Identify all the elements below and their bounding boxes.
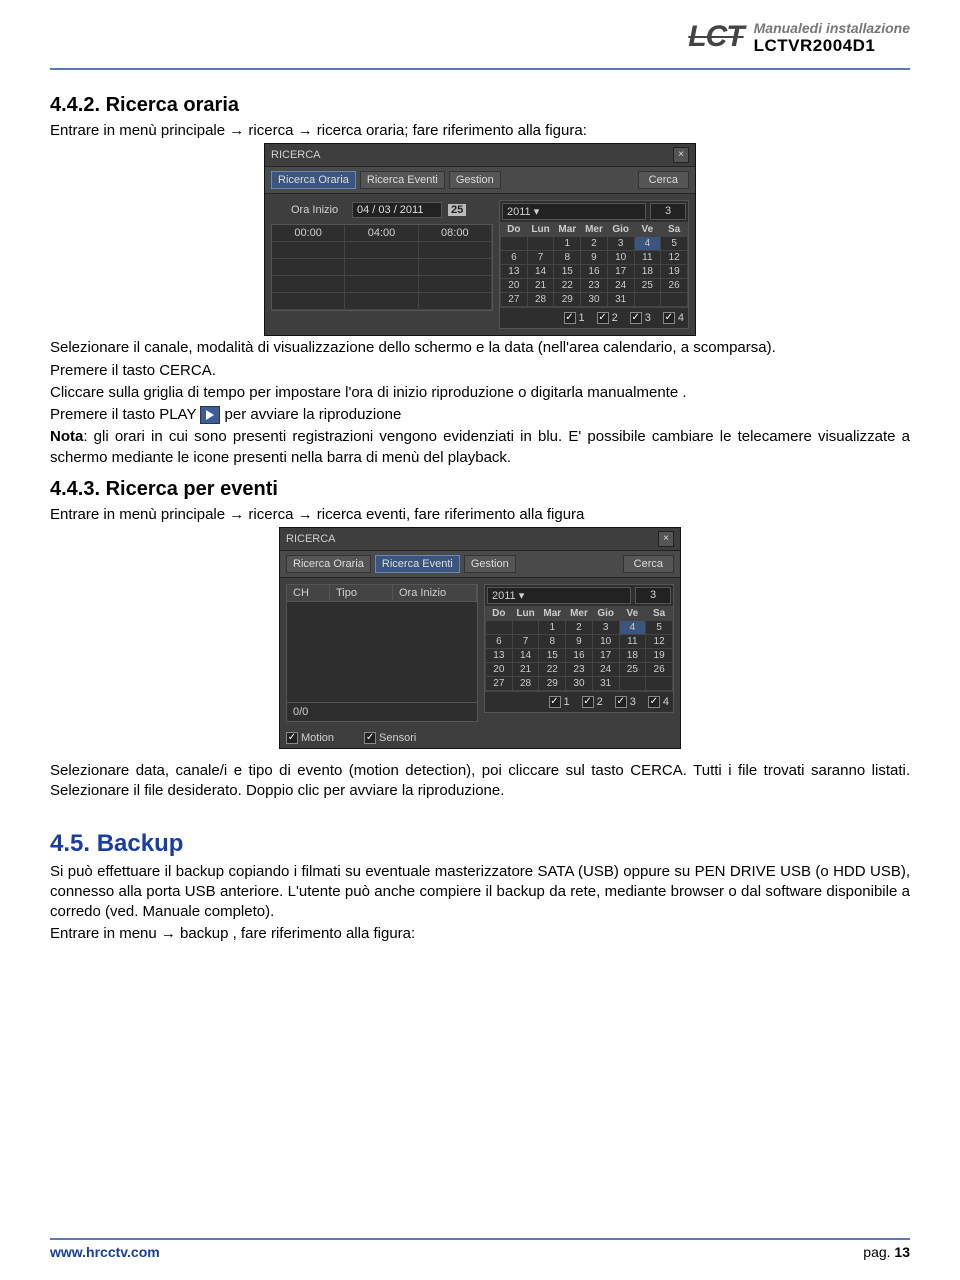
s45-p1: Si può effettuare il backup copiando i f…	[50, 862, 910, 923]
channel-checkbox[interactable]: ✓2	[582, 696, 603, 708]
s442-p4: Cliccare sulla griglia di tempo per impo…	[50, 383, 910, 403]
channel-checkbox[interactable]: ✓2	[597, 312, 618, 324]
year-select[interactable]: 2011 ▾	[502, 203, 646, 220]
section-442-title: 4.4.2. Ricerca oraria	[50, 94, 910, 117]
tab-ricerca-eventi[interactable]: Ricerca Eventi	[375, 555, 460, 573]
time-header-cell: 08:00	[419, 225, 492, 241]
month-select[interactable]: 3	[635, 587, 671, 604]
channel-checkbox[interactable]: ✓1	[564, 312, 585, 324]
header-subtitle: Manualedi installazione	[754, 20, 910, 36]
header-model: LCTVR2004D1	[754, 36, 910, 56]
s442-nota: Nota: gli orari in cui sono presenti reg…	[50, 427, 910, 468]
footer-site: www.hrcctv.com	[50, 1244, 160, 1260]
dialog-title: RICERCA	[286, 533, 336, 545]
channel-checkbox[interactable]: ✓1	[549, 696, 570, 708]
right-panel: 2011 ▾ 3 DoLunMarMerGioVeSa 12345 678910…	[484, 584, 674, 722]
channel-checkbox[interactable]: ✓3	[630, 312, 651, 324]
record-count: 0/0	[286, 703, 478, 722]
year-select[interactable]: 2011 ▾	[487, 587, 631, 604]
header-rule	[50, 68, 910, 70]
s442-p1: Entrare in menù principale → ricerca → r…	[50, 121, 910, 141]
header-text: Manualedi installazione LCTVR2004D1	[754, 20, 910, 56]
channel-checkbox[interactable]: ✓3	[615, 696, 636, 708]
page-header: LCT Manualedi installazione LCTVR2004D1	[50, 20, 910, 64]
section-443-title: 4.4.3. Ricerca per eventi	[50, 478, 910, 501]
time-grid[interactable]: 00:00 04:00 08:00	[271, 224, 493, 311]
date-picker-icon[interactable]: 25	[448, 204, 466, 216]
dialog-title: RICERCA	[271, 149, 321, 161]
event-list-body[interactable]	[286, 602, 478, 703]
section-45-title: 4.5. Backup	[50, 830, 910, 858]
s442-p2: Selezionare il canale, modalità di visua…	[50, 338, 910, 358]
s443-p2: Selezionare data, canale/i e tipo di eve…	[50, 761, 910, 802]
s442-p5: Premere il tasto PLAY per avviare la rip…	[50, 405, 910, 425]
channel-checkbox[interactable]: ✓4	[648, 696, 669, 708]
play-icon	[200, 406, 220, 424]
tab-ricerca-oraria[interactable]: Ricerca Oraria	[286, 555, 371, 573]
calendar-table[interactable]: DoLunMarMerGioVeSa 12345 6789101112 1314…	[485, 606, 673, 691]
footer-page: pag. 13	[863, 1244, 910, 1260]
ora-inizio-label: Ora Inizio	[291, 204, 346, 216]
time-header-cell: 04:00	[345, 225, 418, 241]
calendar[interactable]: 2011 ▾ 3 DoLunMarMerGioVeSa 12345 678910…	[499, 200, 689, 329]
cerca-button[interactable]: Cerca	[623, 555, 674, 573]
ricerca-eventi-dialog: RICERCA × Ricerca Oraria Ricerca Eventi …	[279, 527, 681, 749]
tab-ricerca-oraria[interactable]: Ricerca Oraria	[271, 171, 356, 189]
s45-p2: Entrare in menu → backup , fare riferime…	[50, 924, 910, 944]
page-footer: www.hrcctv.com pag. 13	[50, 1238, 910, 1260]
time-header-cell: 00:00	[272, 225, 345, 241]
sensori-checkbox[interactable]: ✓Sensori	[364, 732, 416, 744]
tab-gestion[interactable]: Gestion	[449, 171, 501, 189]
left-panel: CH Tipo Ora Inizio 0/0	[286, 584, 478, 722]
date-input[interactable]: 04 / 03 / 2011	[352, 202, 442, 218]
month-select[interactable]: 3	[650, 203, 686, 220]
ricerca-oraria-dialog: RICERCA × Ricerca Oraria Ricerca Eventi …	[264, 143, 696, 336]
s443-p1: Entrare in menù principale → ricerca → r…	[50, 505, 910, 525]
cerca-button[interactable]: Cerca	[638, 171, 689, 189]
calendar[interactable]: 2011 ▾ 3 DoLunMarMerGioVeSa 12345 678910…	[484, 584, 674, 713]
channel-checkbox[interactable]: ✓4	[663, 312, 684, 324]
brand-logo: LCT	[688, 20, 743, 54]
tab-gestion[interactable]: Gestion	[464, 555, 516, 573]
calendar-table[interactable]: DoLunMarMerGioVeSa 12345 6789101112 1314…	[500, 222, 688, 307]
close-icon[interactable]: ×	[658, 531, 674, 547]
left-panel: Ora Inizio 04 / 03 / 2011 25 00:00 04:00…	[271, 200, 493, 329]
motion-checkbox[interactable]: ✓Motion	[286, 732, 334, 744]
event-list-header: CH Tipo Ora Inizio	[286, 584, 478, 602]
s442-p3: Premere il tasto CERCA.	[50, 361, 910, 381]
tab-ricerca-eventi[interactable]: Ricerca Eventi	[360, 171, 445, 189]
close-icon[interactable]: ×	[673, 147, 689, 163]
right-panel: 2011 ▾ 3 DoLunMarMerGioVeSa 12345 678910…	[499, 200, 689, 329]
